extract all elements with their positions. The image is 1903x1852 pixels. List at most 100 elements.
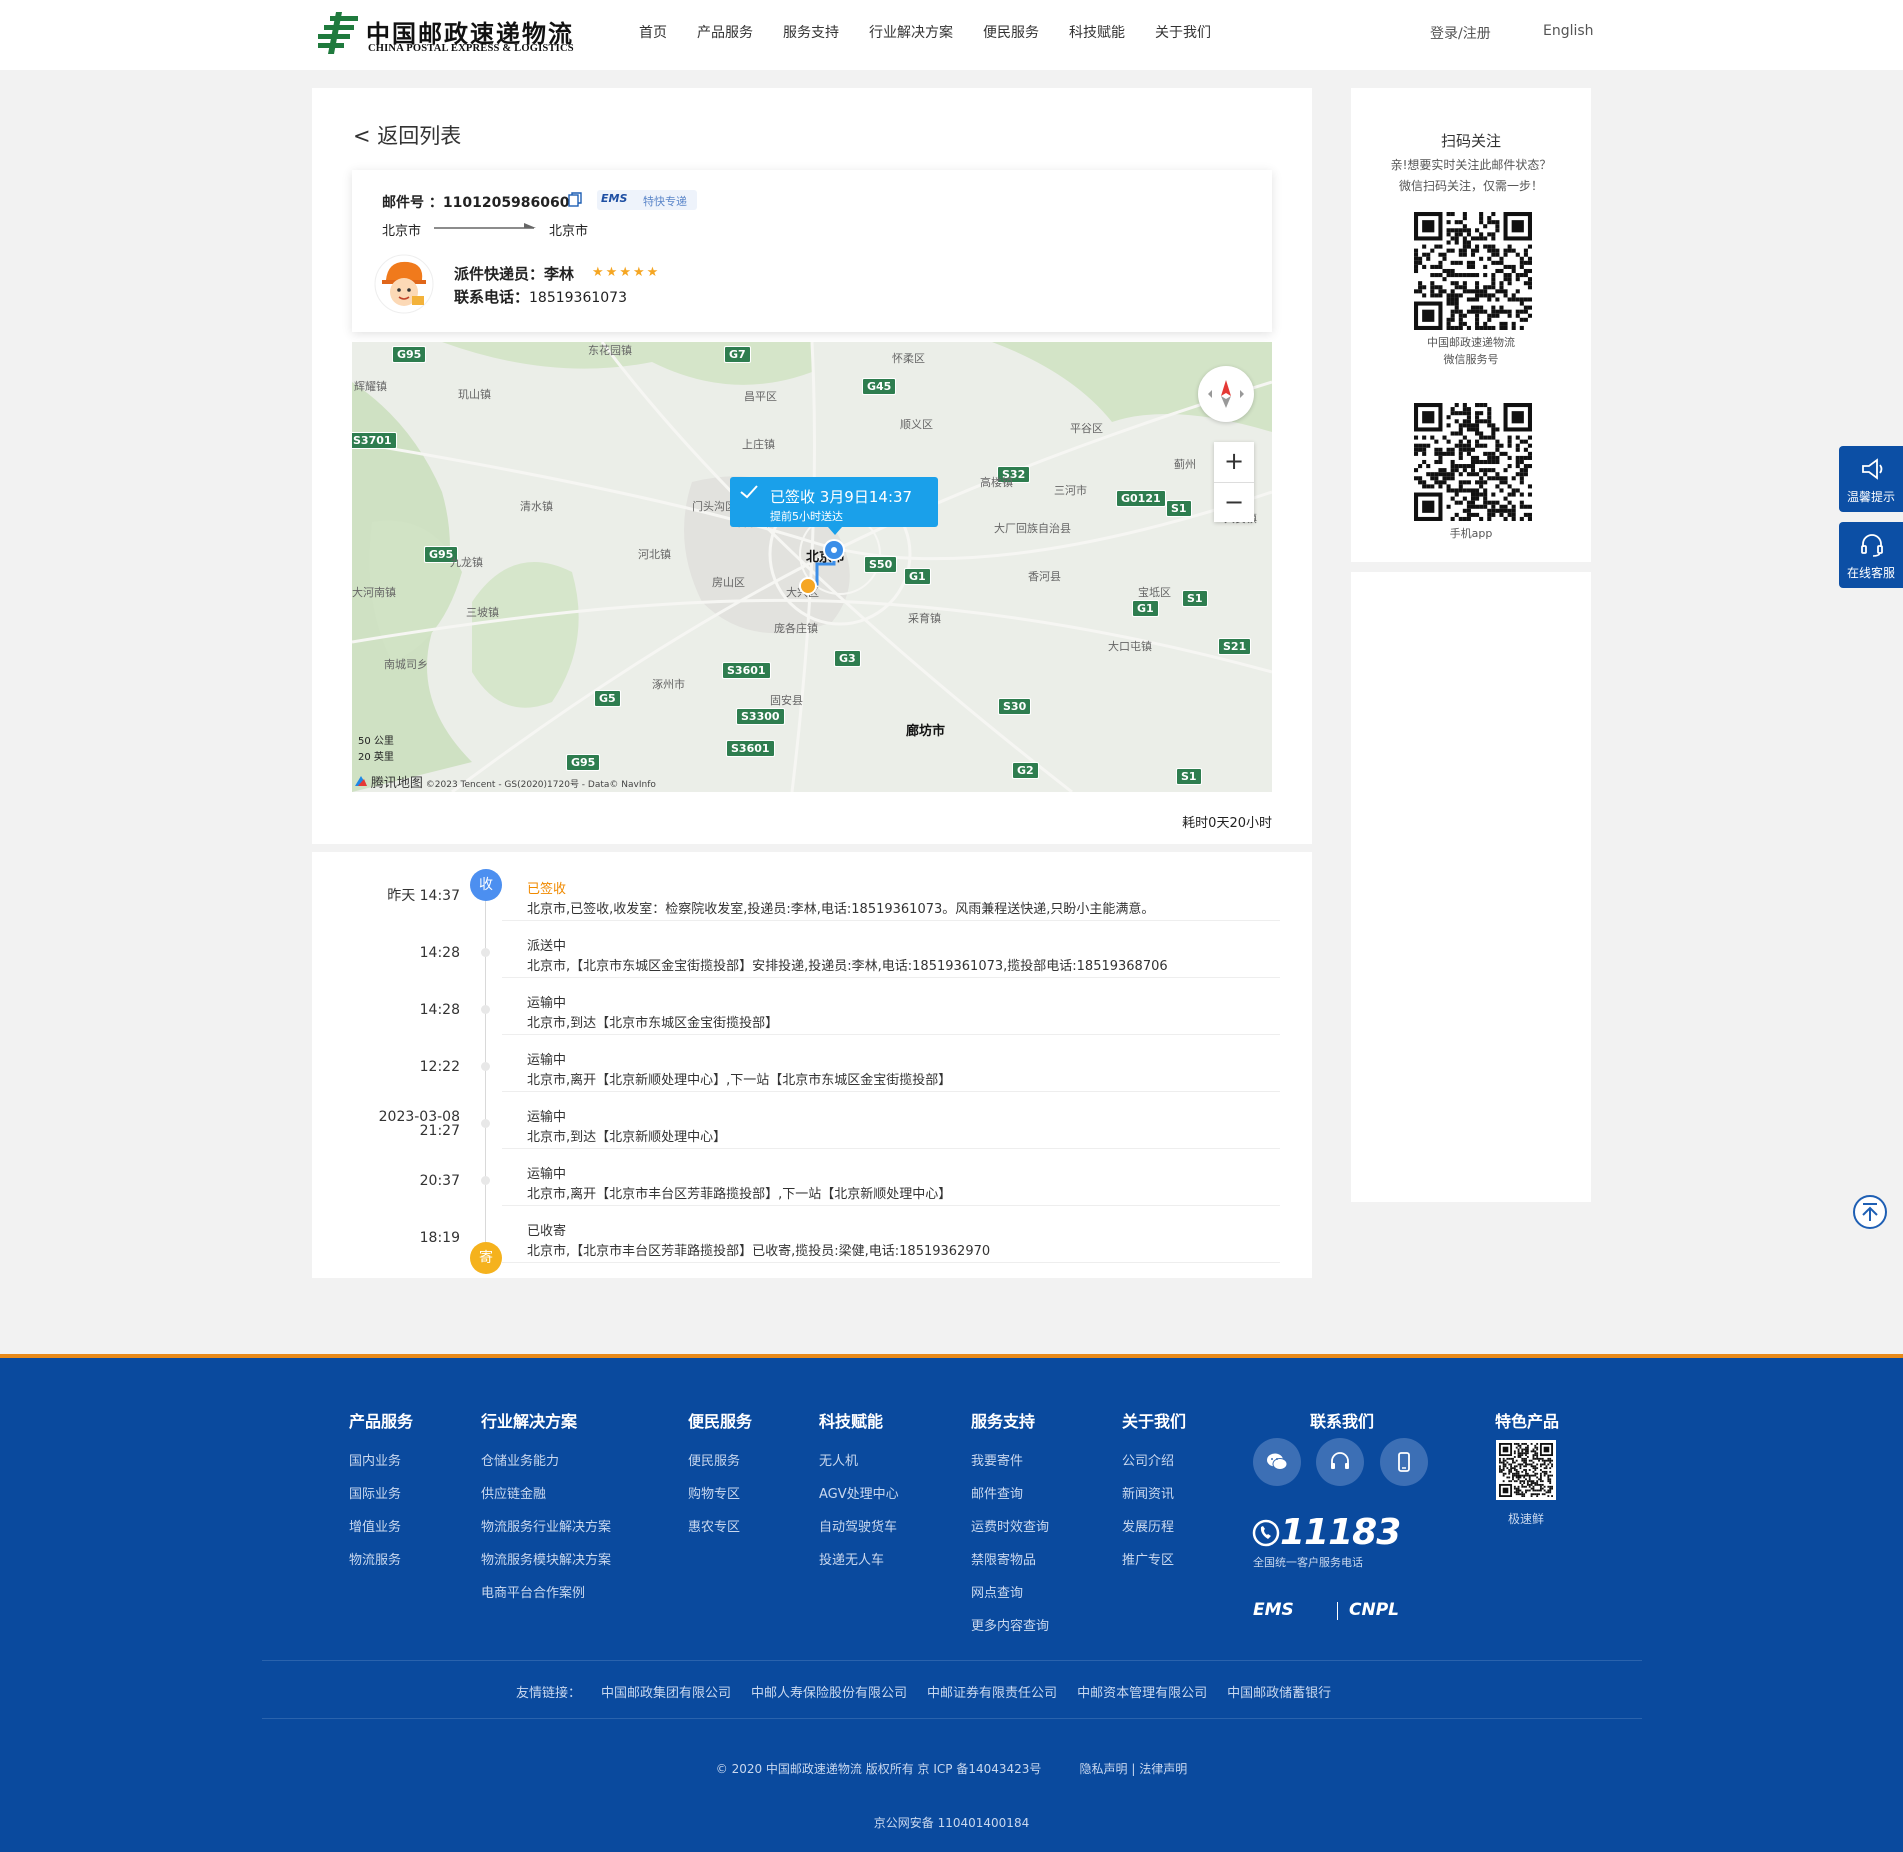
footer-link[interactable]: 禁限寄物品 bbox=[971, 1549, 1049, 1568]
footer-link[interactable]: 推广专区 bbox=[1122, 1549, 1186, 1568]
footer-link[interactable]: 公司介绍 bbox=[1122, 1450, 1186, 1469]
qr-panel-title: 扫码关注 bbox=[1440, 132, 1501, 150]
footer-link[interactable]: 发展历程 bbox=[1122, 1516, 1186, 1535]
qr-panel-subtitle: 亲!想要实时关注此邮件状态？ bbox=[1390, 158, 1552, 172]
wechat-button[interactable] bbox=[1253, 1438, 1301, 1486]
map-place-label: 怀柔区 bbox=[892, 352, 925, 365]
route-map[interactable]: G95 G7 G45 S3701 S32 G0121 S1 G95 S50 G1… bbox=[352, 342, 1272, 792]
zoom-in-button[interactable]: + bbox=[1214, 442, 1254, 482]
special-product-qr-code bbox=[1499, 1443, 1553, 1497]
map-zoom-controls: + − bbox=[1214, 442, 1254, 522]
nav-support[interactable]: 服务支持 bbox=[783, 22, 839, 42]
footer-link[interactable]: 国内业务 bbox=[349, 1450, 413, 1469]
road-badge: S21 bbox=[1218, 638, 1252, 655]
friend-link[interactable]: 中国邮政储蓄银行 bbox=[1227, 1682, 1331, 1701]
footer-col-title: 服务支持 bbox=[971, 1412, 1036, 1431]
star-icon: ★ bbox=[619, 265, 631, 280]
map-compass[interactable] bbox=[1198, 366, 1254, 422]
timeline-status: 运输中 bbox=[527, 1167, 567, 1182]
back-to-top-icon[interactable] bbox=[1852, 1194, 1888, 1230]
footer-link[interactable]: 供应链金融 bbox=[481, 1483, 611, 1502]
map-place-label: 上庄镇 bbox=[742, 438, 775, 451]
footer-link[interactable]: 增值业务 bbox=[349, 1516, 413, 1535]
nav-products[interactable]: 产品服务 bbox=[697, 22, 753, 42]
friend-link[interactable]: 中国邮政集团有限公司 bbox=[601, 1682, 731, 1701]
map-place-label: 高楼镇 bbox=[980, 476, 1013, 489]
friend-links: 友情链接： 中国邮政集团有限公司 中邮人寿保险股份有限公司 中邮证券有限责任公司… bbox=[516, 1682, 1351, 1701]
contact-title: 联系我们 bbox=[1310, 1412, 1375, 1431]
road-badge: S1 bbox=[1182, 590, 1208, 607]
friend-link[interactable]: 中邮人寿保险股份有限公司 bbox=[751, 1682, 907, 1701]
footer-divider bbox=[262, 1660, 1642, 1661]
map-place-label: 香河县 bbox=[1028, 570, 1061, 583]
map-place-label: 宝坻区 bbox=[1138, 586, 1171, 599]
cnpl-brand-logo: CNPL bbox=[1349, 1600, 1399, 1620]
login-register-link[interactable]: 登录/注册 bbox=[1430, 23, 1491, 43]
hotline-number: 11183 bbox=[1252, 1512, 1401, 1553]
footer-link[interactable]: 无人机 bbox=[819, 1450, 899, 1469]
road-badge: G95 bbox=[566, 754, 601, 771]
footer-col-title: 关于我们 bbox=[1122, 1412, 1187, 1431]
footer-link[interactable]: 我要寄件 bbox=[971, 1450, 1049, 1469]
map-place-label: 东花园镇 bbox=[588, 344, 632, 357]
footer-link[interactable]: 物流服务 bbox=[349, 1549, 413, 1568]
back-to-list-link[interactable]: < 返回列表 bbox=[353, 120, 461, 150]
service-label: 在线客服 bbox=[1846, 566, 1895, 580]
road-badge: G0121 bbox=[1116, 490, 1166, 507]
copy-icon[interactable] bbox=[568, 192, 582, 207]
timeline-desc: 北京市,到达【北京新顺处理中心】 bbox=[527, 1130, 727, 1145]
footer-link[interactable]: 新闻资讯 bbox=[1122, 1483, 1186, 1502]
nav-about[interactable]: 关于我们 bbox=[1155, 22, 1211, 42]
footer-link[interactable]: 惠农专区 bbox=[688, 1516, 752, 1535]
customer-service-button[interactable] bbox=[1316, 1438, 1364, 1486]
online-service-float-button[interactable]: 在线客服 bbox=[1839, 522, 1903, 588]
origin-pin-icon[interactable] bbox=[798, 576, 818, 596]
language-switch[interactable]: English bbox=[1543, 23, 1594, 39]
footer-link[interactable]: 电商平台合作案例 bbox=[481, 1582, 611, 1601]
footer-link[interactable]: 仓储业务能力 bbox=[481, 1450, 611, 1469]
map-place-label: 大口屯镇 bbox=[1108, 640, 1152, 653]
main-nav: 首页 产品服务 服务支持 行业解决方案 便民服务 科技赋能 关于我们 bbox=[639, 22, 1241, 42]
mobile-app-button[interactable] bbox=[1380, 1438, 1428, 1486]
footer-link[interactable]: 网点查询 bbox=[971, 1582, 1049, 1601]
sidebar-blank-panel bbox=[1351, 572, 1591, 1202]
qr-follow-panel: 扫码关注 亲!想要实时关注此邮件状态？ 微信扫码关注，仅需一步！ 中国邮政速递物… bbox=[1351, 88, 1591, 562]
footer-link[interactable]: 运费时效查询 bbox=[971, 1516, 1049, 1535]
nav-technology[interactable]: 科技赋能 bbox=[1069, 22, 1125, 42]
friend-link[interactable]: 中邮证券有限责任公司 bbox=[927, 1682, 1057, 1701]
special-product-caption: 极速鲜 bbox=[1507, 1512, 1544, 1526]
road-badge: S1 bbox=[1166, 500, 1192, 517]
footer-link[interactable]: 更多内容查询 bbox=[971, 1615, 1049, 1634]
footer-link[interactable]: 自动驾驶货车 bbox=[819, 1516, 899, 1535]
footer-link[interactable]: AGV处理中心 bbox=[819, 1483, 899, 1502]
star-icon: ★ bbox=[605, 265, 618, 280]
tips-float-button[interactable]: 温馨提示 bbox=[1839, 446, 1903, 512]
wechat-icon bbox=[1267, 1453, 1288, 1470]
qr-caption: 微信服务号 bbox=[1443, 353, 1499, 366]
zoom-out-button[interactable]: − bbox=[1214, 482, 1254, 522]
footer-link[interactable]: 购物专区 bbox=[688, 1483, 752, 1502]
footer-link[interactable]: 物流服务行业解决方案 bbox=[481, 1516, 611, 1535]
timeline-time: 12:22 bbox=[419, 1059, 460, 1075]
map-place-label: 顺义区 bbox=[900, 418, 933, 431]
friend-link[interactable]: 中邮资本管理有限公司 bbox=[1077, 1682, 1207, 1701]
map-place-label: 平谷区 bbox=[1070, 422, 1103, 435]
footer-link[interactable]: 邮件查询 bbox=[971, 1483, 1049, 1502]
nav-public-services[interactable]: 便民服务 bbox=[983, 22, 1039, 42]
timeline-status: 已签收 bbox=[527, 882, 567, 897]
nav-solutions[interactable]: 行业解决方案 bbox=[869, 22, 953, 42]
timeline-time: 20:37 bbox=[419, 1173, 460, 1189]
footer-link[interactable]: 国际业务 bbox=[349, 1483, 413, 1502]
timeline-status: 派送中 bbox=[527, 939, 567, 954]
footer-col-support: 服务支持 我要寄件 邮件查询 运费时效查询 禁限寄物品 网点查询 更多内容查询 bbox=[971, 1408, 1049, 1648]
timeline-desc: 北京市,【北京市东城区金宝街揽投部】安排投递,投递员:李林,电话:1851936… bbox=[527, 959, 1168, 974]
footer-link[interactable]: 物流服务模块解决方案 bbox=[481, 1549, 611, 1568]
destination-pin-icon[interactable] bbox=[822, 538, 846, 562]
timeline-status: 运输中 bbox=[527, 996, 567, 1011]
footer-link[interactable]: 便民服务 bbox=[688, 1450, 752, 1469]
timeline-item: 20:37 运输中 北京市,离开【北京市丰台区芳菲路揽投部】,下一站【北京新顺处… bbox=[312, 1149, 1312, 1206]
nav-home[interactable]: 首页 bbox=[639, 22, 667, 42]
footer-link[interactable]: 投递无人车 bbox=[819, 1549, 899, 1568]
scale-metric: 50 公里 bbox=[358, 736, 394, 747]
site-logo[interactable]: 中国邮政速递物流 CHINA POSTAL EXPRESS & LOGISTIC… bbox=[316, 10, 576, 56]
